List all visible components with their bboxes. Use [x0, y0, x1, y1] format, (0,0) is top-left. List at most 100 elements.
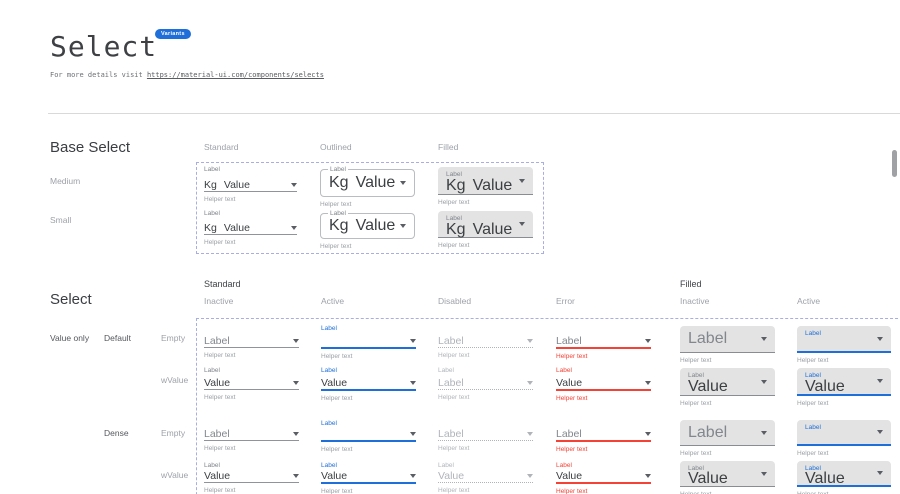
size-label-dense: Dense: [104, 428, 129, 438]
select-filled-inactive-default-wvalue: LabelValueHelper text: [680, 368, 775, 408]
select-standard-active-default-empty: LabelHelper text: [321, 324, 416, 361]
select-value: KgValue: [446, 180, 512, 192]
select-control[interactable]: Label: [556, 428, 651, 442]
helper-text: Helper text: [204, 239, 297, 247]
select-control[interactable]: [321, 428, 416, 442]
helper-text: Helper text: [556, 488, 651, 494]
select-control[interactable]: LabelKgValue: [320, 213, 415, 239]
select-control[interactable]: Label: [797, 326, 891, 353]
select-control[interactable]: Label: [438, 333, 533, 348]
select-label: Label: [805, 423, 883, 432]
select-control[interactable]: Value: [321, 470, 416, 484]
value-text: Value: [473, 177, 513, 194]
dropdown-arrow-icon: [761, 472, 767, 476]
helper-text: Helper text: [320, 201, 415, 209]
select-control[interactable]: Label: [680, 420, 775, 446]
helper-text: Helper text: [797, 450, 891, 458]
dropdown-arrow-icon: [410, 474, 416, 478]
column-header-standard: Standard: [204, 142, 239, 152]
column-header-standard-disabled: Disabled: [438, 296, 471, 306]
dropdown-arrow-icon: [645, 432, 651, 436]
base-select-heading: Base Select: [50, 139, 130, 156]
select-label: [204, 419, 299, 428]
scrollbar-thumb[interactable]: [892, 150, 897, 177]
select-label: [556, 419, 651, 428]
select-control[interactable]: Value: [204, 375, 299, 390]
select-filled-inactive-dense-empty: LabelHelper text: [680, 420, 775, 458]
select-filled-active-dense-empty: Label Helper text: [797, 420, 891, 458]
select-filled-inactive-dense-wvalue: LabelValueHelper text: [680, 461, 775, 494]
select-control[interactable]: Label: [797, 420, 891, 446]
subtitle: For more details visit https://material-…: [50, 71, 324, 79]
select-control[interactable]: Label: [556, 333, 651, 349]
select-label: [438, 324, 533, 333]
value-text: Value: [688, 378, 728, 395]
select-heading: Select: [50, 291, 92, 308]
docs-link[interactable]: https://material-ui.com/components/selec…: [147, 71, 324, 79]
select-control[interactable]: Label: [204, 428, 299, 441]
select-control[interactable]: KgValue: [204, 218, 297, 235]
select-control[interactable]: Value: [438, 470, 533, 483]
value-text: Label: [204, 335, 230, 347]
dropdown-arrow-icon: [761, 380, 767, 384]
select-standard-error-default-wvalue: LabelValueHelper text: [556, 366, 651, 403]
dropdown-arrow-icon: [527, 381, 533, 385]
select-control[interactable]: LabelKgValue: [438, 211, 533, 238]
select-label: Label: [438, 461, 533, 470]
page: Select Variants For more details visit h…: [0, 0, 900, 494]
select-label: Label: [328, 166, 348, 174]
helper-text: Helper text: [204, 196, 297, 204]
select-control[interactable]: Value: [204, 470, 299, 483]
select-control[interactable]: Value: [321, 375, 416, 391]
select-control[interactable]: KgValue: [204, 174, 297, 192]
select-control[interactable]: Value: [556, 375, 651, 391]
column-header-standard-active: Active: [321, 296, 344, 306]
select-value: KgValue: [204, 222, 250, 234]
dropdown-arrow-icon: [519, 222, 525, 226]
select-standard-error-dense-wvalue: LabelValueHelper text: [556, 461, 651, 494]
value-adornment: Kg: [329, 217, 349, 234]
select-control[interactable]: Label: [438, 428, 533, 441]
helper-text: Helper text: [797, 400, 891, 408]
dropdown-arrow-icon: [400, 181, 406, 185]
select-control[interactable]: Label: [204, 333, 299, 348]
select-value: Value: [805, 381, 845, 393]
select-control[interactable]: LabelValue: [797, 461, 891, 487]
value-text: Value: [805, 378, 845, 395]
select-control[interactable]: LabelValue: [680, 368, 775, 396]
select-filled-inactive-default-empty: LabelHelper text: [680, 326, 775, 365]
select-value: Label: [556, 428, 582, 440]
dropdown-arrow-icon: [761, 431, 767, 435]
select-control[interactable]: LabelKgValue: [320, 169, 415, 197]
helper-text: Helper text: [204, 352, 299, 360]
helper-text: Helper text: [438, 394, 533, 402]
select-control[interactable]: Value: [556, 470, 651, 484]
row-group-label: Value only: [50, 333, 89, 343]
select-label: Label: [328, 210, 348, 218]
dropdown-arrow-icon: [410, 339, 416, 343]
dropdown-arrow-icon: [761, 337, 767, 341]
select-label: Label: [321, 419, 416, 428]
select-control[interactable]: [321, 333, 416, 349]
select-standard-active-dense-wvalue: LabelValueHelper text: [321, 461, 416, 494]
value-text: Value: [473, 221, 513, 238]
select-filled-active-default-wvalue: LabelValue Helper text: [797, 368, 891, 408]
select-standard-inactive-default-wvalue: LabelValueHelper text: [204, 366, 299, 402]
helper-text: Helper text: [556, 353, 651, 361]
select-control[interactable]: LabelValue: [797, 368, 891, 396]
dropdown-arrow-icon: [400, 224, 406, 228]
select-control[interactable]: LabelValue: [680, 461, 775, 487]
dropdown-arrow-icon: [410, 381, 416, 385]
select-standard-disabled-dense-empty: LabelHelper text: [438, 419, 533, 453]
dropdown-arrow-icon: [877, 471, 883, 475]
group-header-standard: Standard: [204, 279, 241, 289]
group-header-filled: Filled: [680, 279, 702, 289]
column-header-filled: Filled: [438, 142, 458, 152]
select-control[interactable]: Label: [680, 326, 775, 353]
column-header-filled-active: Active: [797, 296, 820, 306]
select-control[interactable]: Label: [438, 375, 533, 390]
select-filled-active-default-empty: LabelHelper text: [797, 326, 891, 365]
select-value: Value: [688, 381, 728, 393]
select-control[interactable]: LabelKgValue: [438, 167, 533, 195]
select-standard-error-default-empty: Label Helper text: [556, 324, 651, 361]
